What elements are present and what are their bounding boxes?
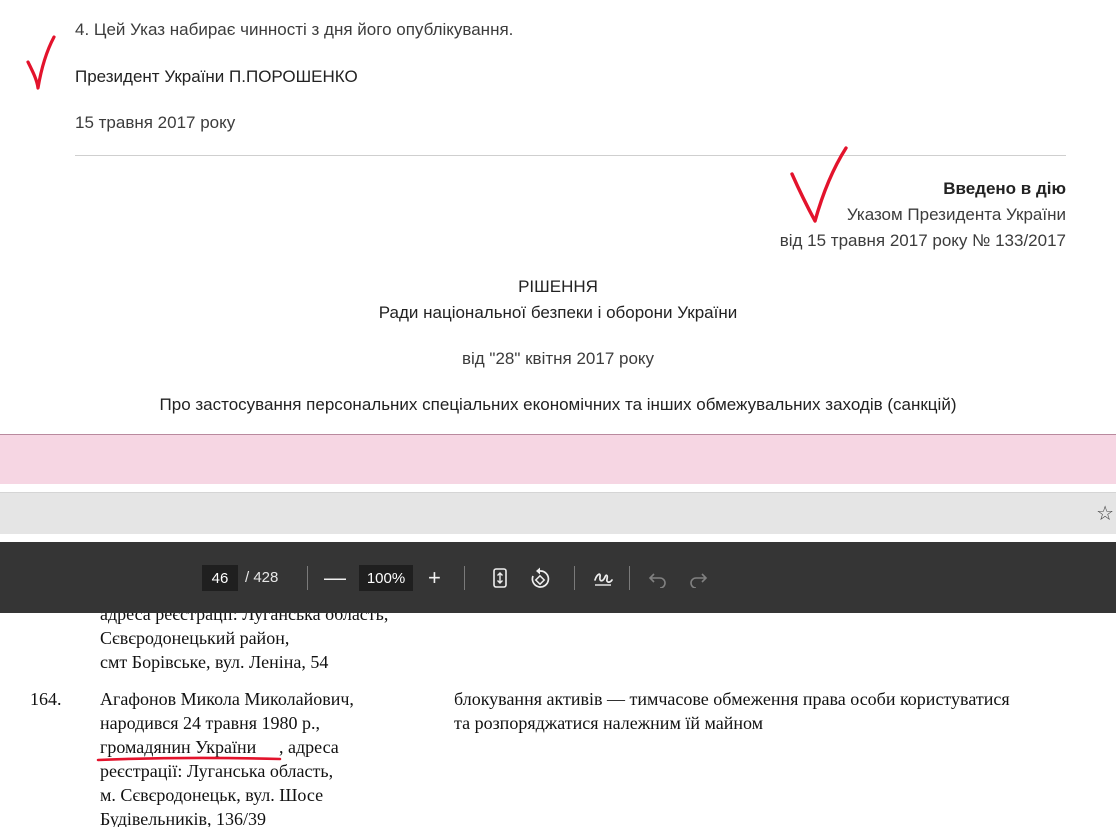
address-bar[interactable]: ☆ — [0, 492, 1116, 534]
person-line: народився 24 травня 1980 р., — [100, 713, 321, 733]
pdf-page: адреса реєстрації: Луганська область, Сє… — [0, 613, 1116, 827]
by-decree-text: Указом Президента України — [846, 205, 1066, 224]
red-underline-mark — [96, 756, 282, 762]
red-checkmark-icon — [790, 146, 848, 223]
decision-subject: Про застосування персональних спеціальни… — [159, 395, 957, 414]
sanction-line: блокування активів — тимчасове обмеження… — [454, 689, 1010, 709]
person-line: , адреса — [279, 737, 339, 757]
toolbar-separator — [629, 566, 630, 590]
pdf-toolbar: 46 / 428 — 100% + — [0, 542, 1116, 613]
prev-entry-line: Сєвєродонецький район, — [100, 628, 290, 648]
toolbar-separator — [464, 566, 465, 590]
person-line: м. Сєвєродонецьк, вул. Шосе — [100, 785, 324, 805]
divider — [75, 155, 1066, 156]
sanction-line: та розпоряджатися належним їй майном — [454, 713, 764, 733]
entry-number: 164. — [30, 689, 62, 709]
rotate-icon[interactable] — [528, 542, 552, 613]
pink-banner — [0, 434, 1116, 484]
signer: Президент України П.ПОРОШЕНКО — [75, 67, 358, 86]
web-document: 4. Цей Указ набирає чинності з дня його … — [0, 0, 1116, 434]
decision-date: від "28" квітня 2017 року — [461, 349, 655, 368]
zoom-in-button[interactable]: + — [428, 542, 441, 613]
annotate-icon[interactable] — [591, 542, 615, 613]
page-number-input[interactable]: 46 — [202, 565, 238, 591]
fit-page-icon[interactable] — [489, 542, 511, 613]
sign-date: 15 травня 2017 року — [75, 113, 236, 132]
page-total: / 428 — [245, 569, 279, 586]
prev-entry-line: адреса реєстрації: Луганська область, — [100, 613, 389, 624]
person-line: Будівельників, 136/39 — [100, 809, 266, 827]
introduced-heading: Введено в дію — [943, 179, 1066, 198]
zoom-level-field[interactable]: 100% — [359, 565, 413, 591]
redo-icon[interactable] — [688, 542, 708, 613]
council-name: Ради національної безпеки і оборони Укра… — [378, 303, 738, 322]
decree-reference: від 15 травня 2017 року № 133/2017 — [779, 231, 1066, 250]
person-line: Агафонов Микола Миколайович, — [100, 689, 354, 709]
bookmark-star-icon[interactable]: ☆ — [1096, 501, 1114, 525]
decree-item-4: 4. Цей Указ набирає чинності з дня його … — [75, 20, 514, 39]
prev-entry-line: смт Борівське, вул. Леніна, 54 — [100, 652, 329, 672]
toolbar-separator — [574, 566, 575, 590]
decision-title: РІШЕННЯ — [518, 277, 598, 296]
zoom-out-button[interactable]: — — [324, 542, 346, 613]
undo-icon[interactable] — [648, 542, 668, 613]
red-checkmark-icon — [26, 35, 56, 90]
browser-address-area: ☆ — [0, 484, 1116, 542]
toolbar-separator — [307, 566, 308, 590]
